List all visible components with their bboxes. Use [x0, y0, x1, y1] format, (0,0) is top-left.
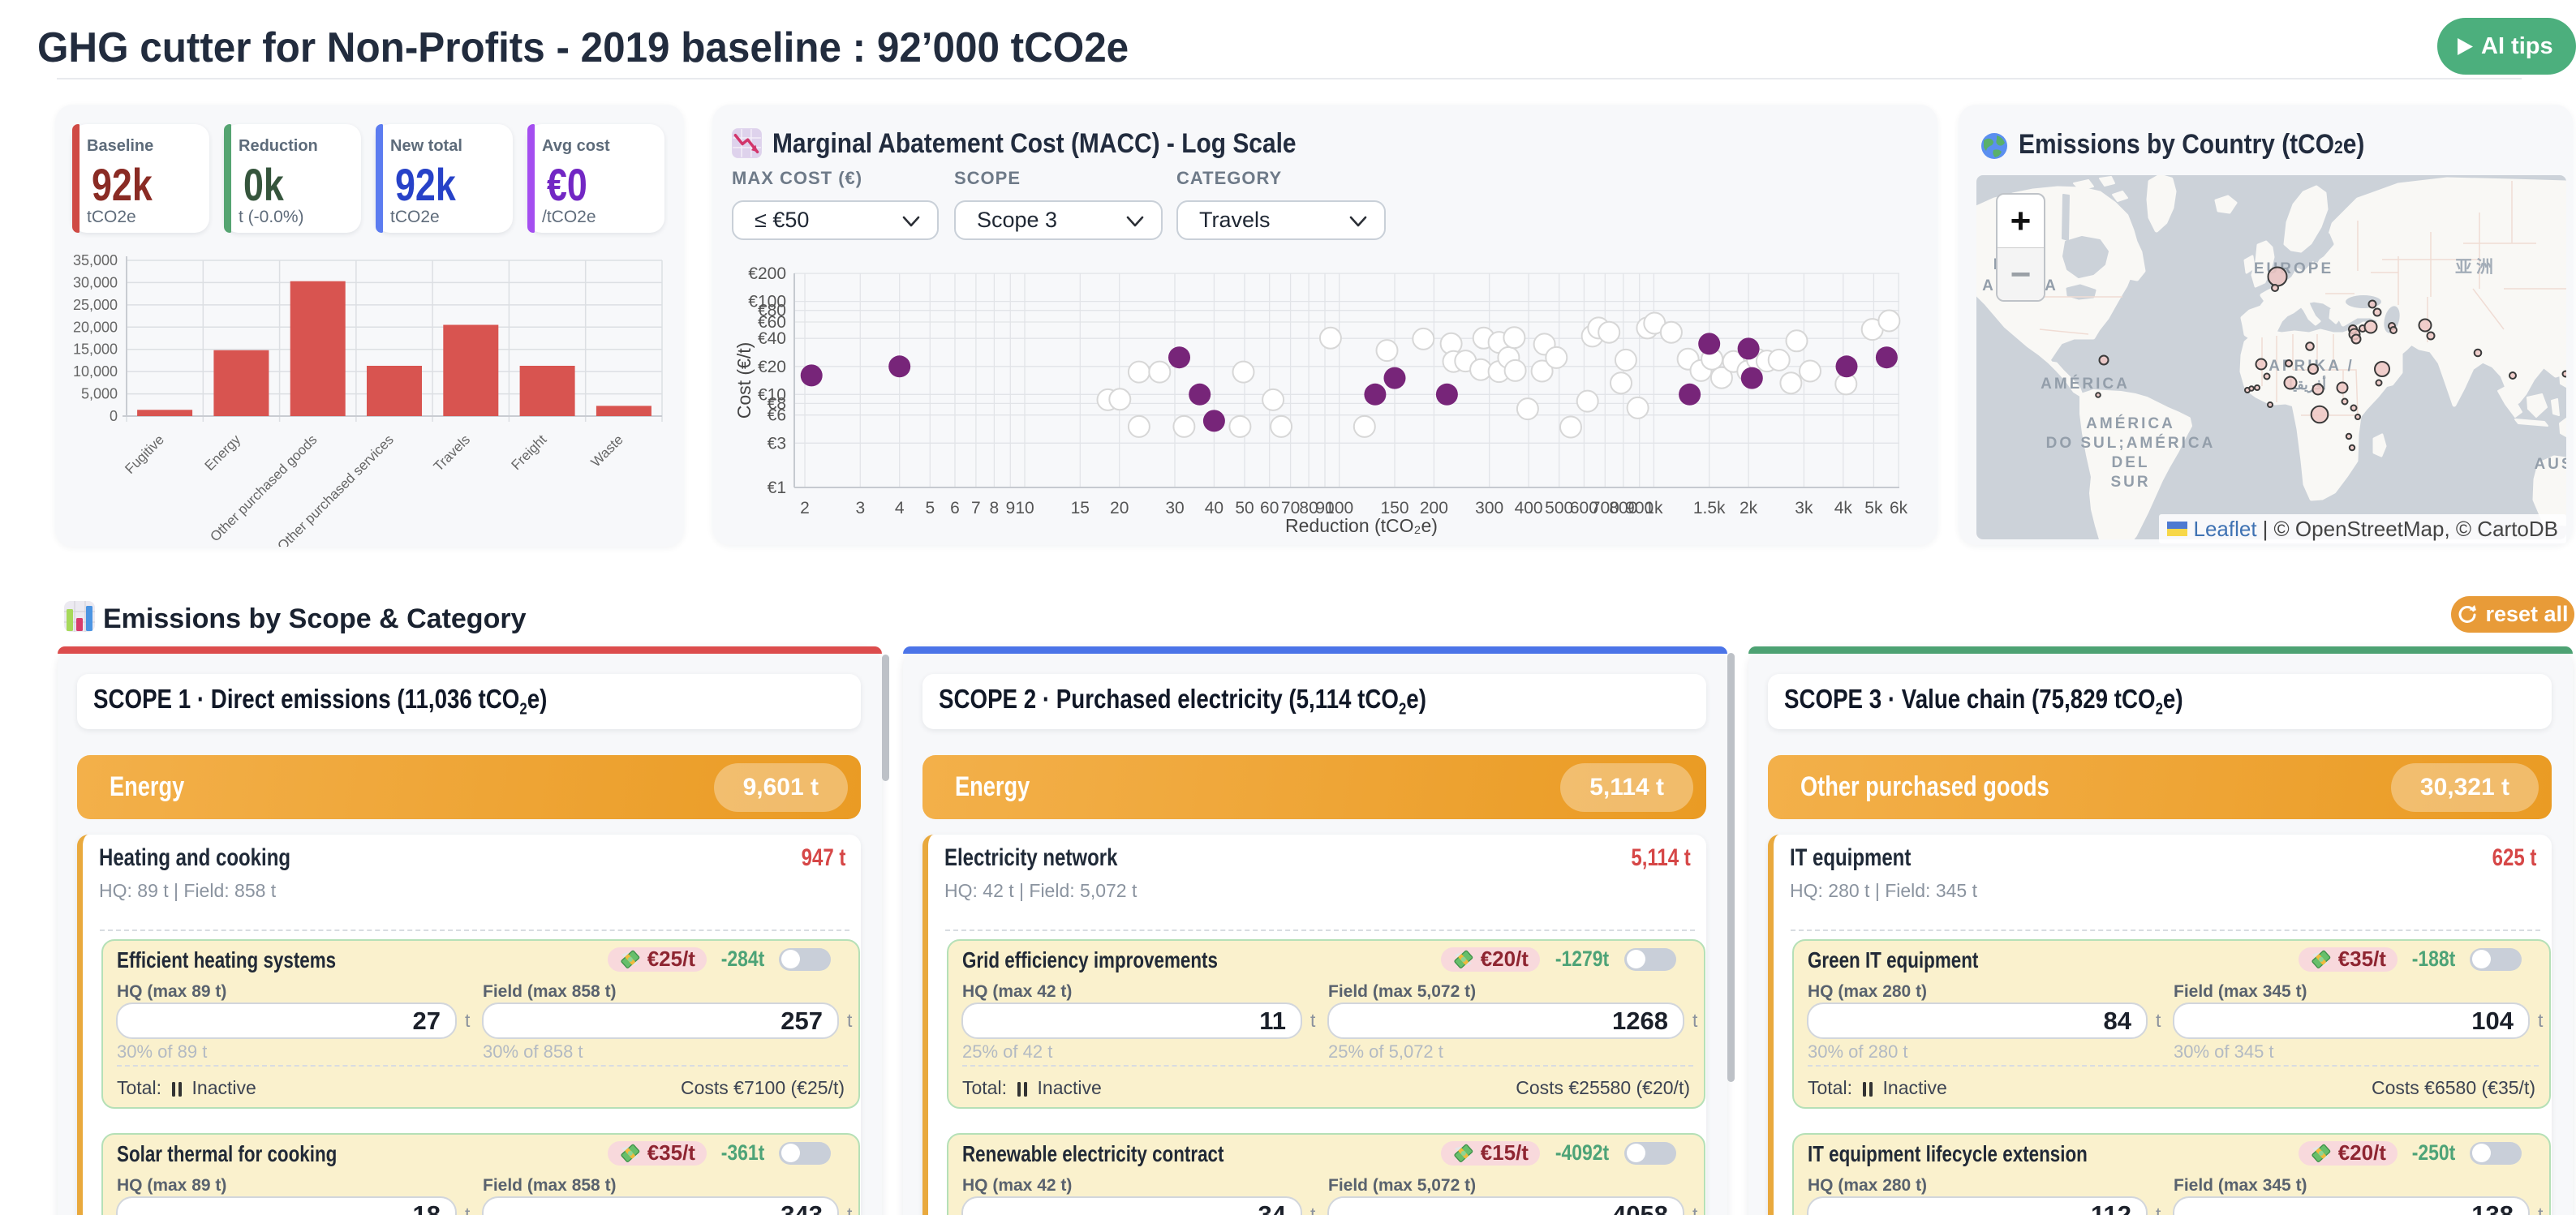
svg-text:Reduction (tCO₂e): Reduction (tCO₂e) [1285, 515, 1438, 536]
svg-text:Fugitive: Fugitive [122, 431, 167, 477]
svg-text:60: 60 [1260, 499, 1279, 517]
svg-text:2k: 2k [1740, 499, 1758, 517]
svg-text:15: 15 [1071, 499, 1090, 517]
svg-text:€3: €3 [768, 434, 786, 453]
svg-text:Cost (€/t): Cost (€/t) [733, 342, 755, 419]
svg-text:5: 5 [925, 499, 935, 517]
svg-text:25,000: 25,000 [73, 297, 118, 313]
svg-text:€1: €1 [768, 479, 786, 497]
svg-text:4k: 4k [1834, 499, 1853, 517]
svg-text:AUS: AUS [2534, 456, 2566, 473]
svg-text:40: 40 [1205, 499, 1223, 517]
svg-text:3: 3 [855, 499, 865, 517]
svg-text:AMÉRICA: AMÉRICA [2041, 375, 2130, 393]
svg-text:Waste: Waste [588, 431, 626, 470]
svg-text:€200: €200 [748, 264, 786, 283]
svg-text:15,000: 15,000 [73, 341, 118, 358]
svg-text:30,000: 30,000 [73, 274, 118, 290]
svg-text:300: 300 [1475, 499, 1503, 517]
svg-text:20,000: 20,000 [73, 319, 118, 335]
svg-text:€20: €20 [758, 358, 786, 376]
svg-text:5,000: 5,000 [81, 386, 118, 402]
svg-text:1k: 1k [1645, 499, 1663, 517]
svg-text:SUR: SUR [2110, 474, 2150, 491]
svg-text:€10: €10 [758, 385, 786, 404]
svg-text:Freight: Freight [509, 431, 550, 473]
svg-text:30: 30 [1165, 499, 1184, 517]
svg-text:€40: €40 [758, 329, 786, 348]
svg-text:€100: €100 [748, 293, 786, 311]
svg-text:9: 9 [1005, 499, 1015, 517]
svg-text:EUROPE: EUROPE [2254, 260, 2333, 277]
svg-text:10,000: 10,000 [73, 363, 118, 380]
svg-text:10: 10 [1015, 499, 1034, 517]
svg-text:400: 400 [1515, 499, 1543, 517]
svg-text:Energy: Energy [202, 431, 244, 474]
svg-text:3k: 3k [1795, 499, 1813, 517]
svg-text:5k: 5k [1864, 499, 1883, 517]
svg-text:1.5k: 1.5k [1693, 499, 1726, 517]
svg-text:20: 20 [1110, 499, 1129, 517]
svg-text:亚洲: 亚洲 [2455, 258, 2497, 277]
svg-text:6: 6 [950, 499, 960, 517]
svg-text:DEL: DEL [2112, 454, 2150, 471]
svg-text:Travels: Travels [431, 431, 473, 474]
svg-text:2: 2 [800, 499, 810, 517]
svg-text:35,000: 35,000 [73, 252, 118, 268]
svg-text:0: 0 [110, 408, 118, 424]
svg-text:50: 50 [1235, 499, 1254, 517]
svg-text:7: 7 [971, 499, 981, 517]
svg-text:AMÉRICA: AMÉRICA [2086, 414, 2175, 432]
svg-text:4: 4 [895, 499, 905, 517]
svg-text:6k: 6k [1890, 499, 1908, 517]
svg-text:DO SUL;AMÉRICA: DO SUL;AMÉRICA [2046, 434, 2216, 452]
svg-text:8: 8 [990, 499, 1000, 517]
